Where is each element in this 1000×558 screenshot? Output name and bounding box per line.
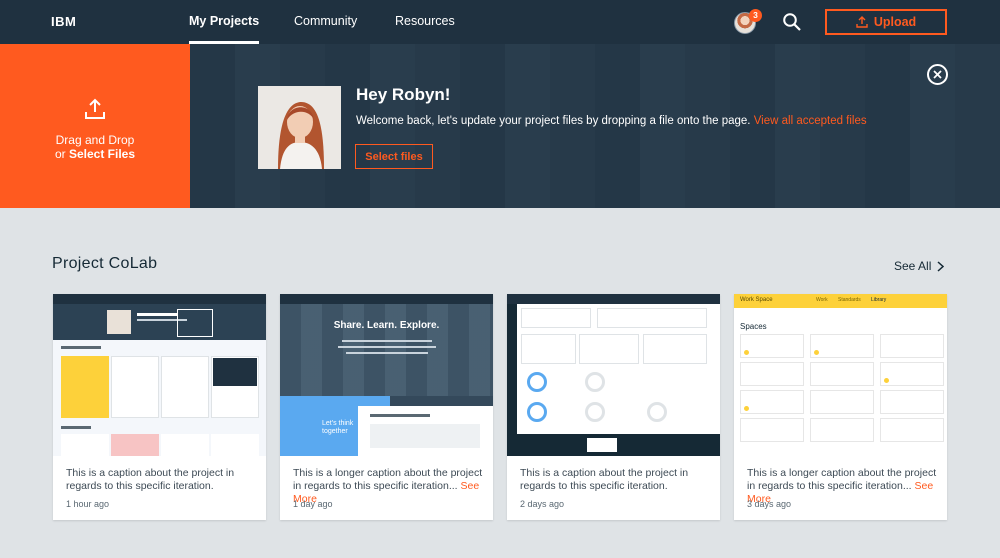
thumbnail-headline: Share. Learn. Explore. [333,320,440,331]
nav-my-projects[interactable]: My Projects [189,14,260,44]
project-card[interactable]: This is a caption about the project in r… [53,294,266,520]
card-timestamp: 3 days ago [747,499,792,509]
accepted-files-link[interactable]: View all accepted files [754,115,867,127]
close-icon[interactable] [927,64,948,85]
profile-photo [258,86,341,169]
greeting-heading: Hey Robyn! [356,85,451,104]
drop-zone-subtitle: or Select Files [54,147,136,161]
thumbnail-header: Work Space [740,297,773,303]
upload-icon [856,16,868,28]
drop-zone-title: Drag and Drop [55,133,135,147]
see-all-link[interactable]: See All [894,259,945,273]
project-card[interactable]: Share. Learn. Explore. Let's think toget… [280,294,493,520]
chevron-right-icon [937,260,945,272]
upload-icon [85,98,105,119]
project-thumbnail [53,294,266,456]
card-timestamp: 1 day ago [293,499,333,509]
welcome-message: Welcome back, let's update your project … [356,115,867,127]
card-timestamp: 2 days ago [520,499,565,509]
project-thumbnail: Work Space Work Standards Library Spaces [734,294,947,456]
project-card[interactable]: Work Space Work Standards Library Spaces… [734,294,947,520]
upload-button-label: Upload [873,15,917,29]
project-thumbnail [507,294,720,456]
select-files-button[interactable]: Select files [355,144,433,169]
card-caption: This is a caption about the project in r… [66,467,235,492]
section-title: Project CoLab [52,255,158,272]
project-thumbnail: Share. Learn. Explore. Let's think toget… [280,294,493,456]
notification-badge: 3 [749,9,762,22]
card-caption: This is a caption about the project in r… [520,467,689,492]
brand-logo[interactable]: IBM [51,14,76,29]
nav-resources[interactable]: Resources [395,14,455,28]
hero-banner: Drag and Drop or Select Files Hey Robyn!… [0,44,1000,208]
project-card[interactable]: This is a caption about the project in r… [507,294,720,520]
top-nav: IBM My Projects Community Resources 3 Up… [0,0,1000,44]
upload-button[interactable]: Upload [825,9,947,35]
card-timestamp: 1 hour ago [66,499,110,509]
thumbnail-tagline: Let's think together [322,420,354,435]
user-avatar[interactable]: 3 [734,9,762,34]
thumbnail-title: Spaces [740,322,767,331]
search-icon[interactable] [782,12,802,32]
nav-community[interactable]: Community [294,14,357,28]
drag-drop-zone[interactable]: Drag and Drop or Select Files [0,44,190,208]
